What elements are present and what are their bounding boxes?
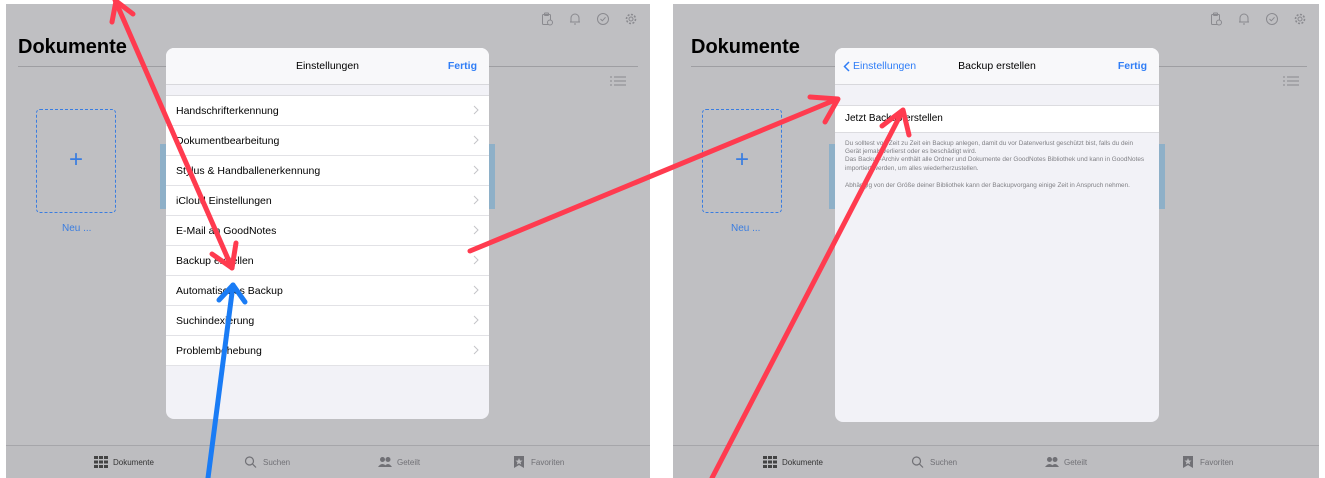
chevron-right-icon	[473, 345, 479, 355]
settings-modal: Einstellungen Fertig Handschrifterkennun…	[166, 48, 489, 419]
settings-item-label: Suchindexierung	[176, 315, 255, 327]
bell-icon[interactable]	[1237, 12, 1251, 26]
plus-icon: +	[68, 146, 83, 173]
modal-title: Einstellungen	[295, 60, 360, 72]
grid-icon	[763, 456, 777, 468]
tab-bar: Dokumente Suchen Geteilt Favoriten	[673, 445, 1319, 478]
settings-item-troubleshooting[interactable]: Problembehebung	[166, 336, 489, 366]
chevron-right-icon	[473, 315, 479, 325]
settings-item-handwriting[interactable]: Handschrifterkennung	[166, 96, 489, 126]
folder-thumbnail[interactable]	[1158, 144, 1165, 209]
new-document-label: Neu ...	[731, 223, 761, 234]
tab-search[interactable]: Suchen	[244, 456, 290, 468]
people-icon	[378, 457, 392, 467]
tab-label: Favoriten	[1200, 457, 1234, 467]
backup-now-button[interactable]: Jetzt Backup erstellen	[835, 105, 1159, 133]
done-button[interactable]: Fertig	[448, 60, 477, 72]
new-document-button[interactable]: +	[36, 109, 116, 213]
clipboard-icon[interactable]	[1209, 12, 1223, 26]
settings-item-label: Dokumentbearbeitung	[176, 135, 280, 147]
settings-item-auto-backup[interactable]: Automatisches Backup	[166, 276, 489, 306]
settings-item-label: Handschrifterkennung	[176, 105, 279, 117]
gear-icon[interactable]	[624, 12, 638, 26]
tab-label: Suchen	[930, 457, 958, 467]
done-button[interactable]: Fertig	[1118, 60, 1147, 72]
tab-documents[interactable]: Dokumente	[94, 456, 154, 468]
chevron-right-icon	[473, 225, 479, 235]
tab-shared[interactable]: Geteilt	[1045, 456, 1087, 468]
tab-search[interactable]: Suchen	[911, 456, 957, 468]
settings-item-email[interactable]: E-Mail an GoodNotes	[166, 216, 489, 246]
settings-item-label: Automatisches Backup	[176, 285, 283, 297]
chevron-right-icon	[473, 195, 479, 205]
chevron-right-icon	[473, 135, 479, 145]
modal-header: Einstellungen Fertig	[166, 48, 489, 85]
folder-thumbnail[interactable]	[488, 144, 495, 209]
new-document-button[interactable]: +	[702, 109, 782, 213]
backup-description: Du solltest von Zeit zu Zeit ein Backup …	[845, 140, 1147, 199]
settings-item-stylus[interactable]: Stylus & Handballenerkennung	[166, 156, 489, 186]
settings-item-label: Stylus & Handballenerkennung	[176, 165, 321, 177]
new-document-label: Neu ...	[62, 223, 92, 234]
checkmark-circle-icon[interactable]	[1265, 12, 1279, 26]
tab-favorites[interactable]: Favoriten	[512, 456, 564, 468]
page-title: Dokumente	[691, 36, 800, 58]
settings-item-label: Backup erstellen	[176, 255, 254, 267]
backup-now-label: Jetzt Backup erstellen	[845, 113, 943, 124]
settings-item-icloud[interactable]: iCloud Einstellungen	[166, 186, 489, 216]
tab-shared[interactable]: Geteilt	[378, 456, 420, 468]
tab-bar: Dokumente Suchen Geteilt Favoriten	[6, 445, 650, 478]
chevron-right-icon	[473, 165, 479, 175]
grid-icon	[94, 456, 108, 468]
description-paragraph: Du solltest von Zeit zu Zeit ein Backup …	[845, 140, 1145, 172]
settings-list: Handschrifterkennung Dokumentbearbeitung…	[166, 95, 489, 366]
settings-item-search-index[interactable]: Suchindexierung	[166, 306, 489, 336]
tab-label: Dokumente	[113, 457, 154, 467]
left-screenshot-panel: Dokumente + Neu ... Einstellungen Fertig…	[6, 4, 650, 478]
page-title: Dokumente	[18, 36, 127, 58]
clipboard-icon[interactable]	[540, 12, 554, 26]
bookmark-star-icon	[514, 456, 524, 468]
checkmark-circle-icon[interactable]	[596, 12, 610, 26]
chevron-right-icon	[473, 285, 479, 295]
people-icon	[1045, 457, 1059, 467]
settings-item-document-editing[interactable]: Dokumentbearbeitung	[166, 126, 489, 156]
modal-title: Backup erstellen	[958, 60, 1036, 72]
right-screenshot-panel: Dokumente + Neu ... Einstellungen Backup…	[673, 4, 1319, 478]
tab-label: Geteilt	[397, 457, 421, 467]
settings-item-label: iCloud Einstellungen	[176, 195, 272, 207]
tab-label: Geteilt	[1064, 457, 1088, 467]
tab-label: Suchen	[263, 457, 291, 467]
list-view-icon[interactable]	[1283, 76, 1299, 86]
settings-item-label: Problembehebung	[176, 345, 262, 357]
search-icon	[911, 456, 924, 468]
tab-favorites[interactable]: Favoriten	[1181, 456, 1233, 468]
chevron-right-icon	[473, 105, 479, 115]
status-icons	[540, 12, 638, 26]
settings-item-label: E-Mail an GoodNotes	[176, 225, 277, 237]
status-icons	[1209, 12, 1307, 26]
bookmark-star-icon	[1183, 456, 1193, 468]
gear-icon[interactable]	[1293, 12, 1307, 26]
description-paragraph: Abhängig von der Größe deiner Bibliothek…	[845, 181, 1130, 189]
tab-documents[interactable]: Dokumente	[763, 456, 823, 468]
chevron-right-icon	[473, 255, 479, 265]
tab-label: Favoriten	[531, 457, 565, 467]
backup-modal: Einstellungen Backup erstellen Fertig Je…	[835, 48, 1159, 422]
bell-icon[interactable]	[568, 12, 582, 26]
plus-icon: +	[734, 146, 749, 173]
tab-label: Dokumente	[782, 457, 823, 467]
settings-item-backup[interactable]: Backup erstellen	[166, 246, 489, 276]
search-icon	[244, 456, 257, 468]
list-view-icon[interactable]	[610, 76, 626, 86]
modal-header: Einstellungen Backup erstellen Fertig	[835, 48, 1159, 85]
